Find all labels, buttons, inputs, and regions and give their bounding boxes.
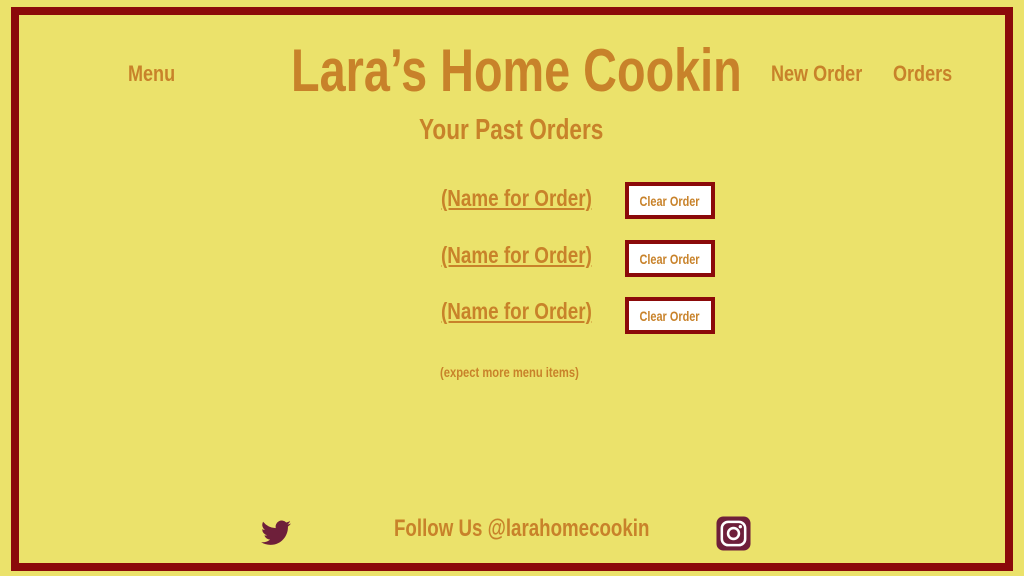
nav-menu-link[interactable]: Menu [128, 61, 175, 87]
site-title: Lara’s Home Cookin [291, 37, 742, 104]
clear-order-button[interactable]: Clear Order [625, 297, 715, 334]
page-title: Your Past Orders [419, 114, 604, 146]
clear-order-label: Clear Order [639, 250, 701, 267]
nav-new-order-link[interactable]: New Order [771, 61, 862, 87]
nav-orders-link[interactable]: Orders [893, 61, 952, 87]
clear-order-label: Clear Order [639, 307, 701, 324]
more-items-note: (expect more menu items) [440, 364, 579, 380]
clear-order-button[interactable]: Clear Order [625, 182, 715, 219]
clear-order-button[interactable]: Clear Order [625, 240, 715, 277]
order-name-link[interactable]: (Name for Order) [441, 185, 592, 212]
clear-order-label: Clear Order [639, 192, 701, 209]
order-name-link[interactable]: (Name for Order) [441, 242, 592, 269]
order-name-link[interactable]: (Name for Order) [441, 298, 592, 325]
follow-us-text: Follow Us @larahomecookin [394, 515, 650, 542]
twitter-icon[interactable] [261, 520, 291, 546]
instagram-icon[interactable] [716, 516, 751, 551]
